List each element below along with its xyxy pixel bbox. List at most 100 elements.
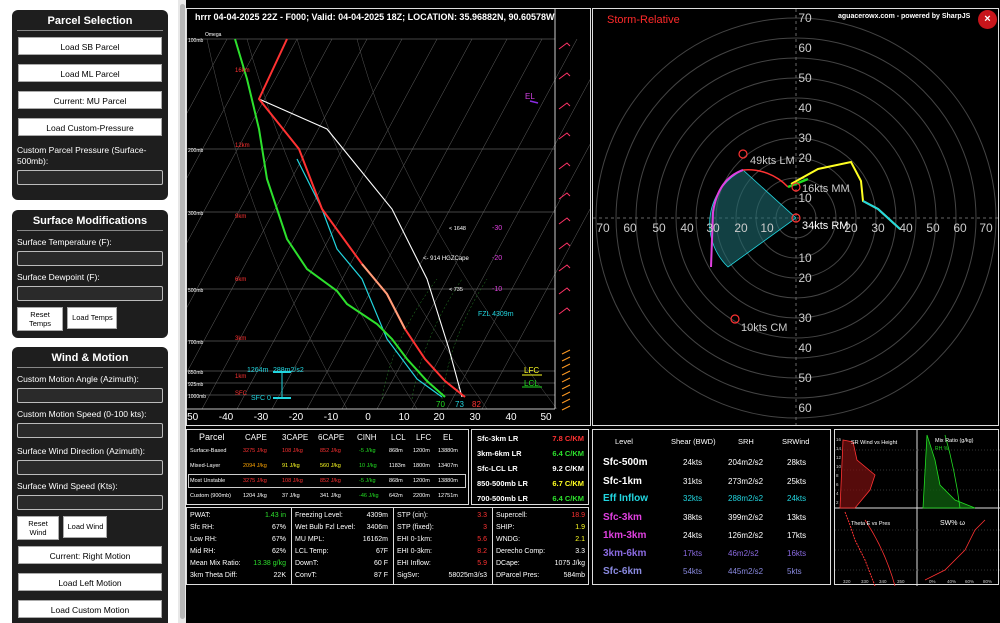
lr-label: 700-500mb LR (477, 494, 528, 503)
theta-e-title: Theta E vs Pres (851, 521, 890, 527)
credit-text: aguacerowx.com - powered by SharpJS (838, 13, 971, 20)
table-row: 850-500mb LR 6.7 C/KM (472, 478, 588, 489)
table-row: 1km-3km 24kts 126m2/s2 17kts (593, 530, 830, 541)
sfc-zero: SFC 0 (251, 395, 271, 402)
parcel-selection-title: Parcel Selection (17, 10, 163, 31)
load-temps-button[interactable]: Load Temps (67, 307, 118, 329)
shear-srh: 445m2/s2 (728, 567, 764, 576)
sfc-wind-dir-input[interactable] (17, 460, 163, 475)
3cape-value: 91 J/kg (282, 463, 300, 469)
load-custom-pressure-button[interactable]: Load Custom-Pressure (18, 118, 162, 136)
mu-parcel-button[interactable]: Current: MU Parcel (18, 91, 162, 109)
motion-angle-input[interactable] (17, 388, 163, 403)
left-motion-button[interactable]: Load Left Motion (18, 573, 162, 591)
index-label: WNDG: (496, 536, 521, 543)
tick: 80% (983, 579, 992, 584)
ring-label: 20 (798, 271, 812, 285)
shear-level: Eff Inflow (603, 493, 648, 504)
lr-value: 9.2 C/KM (552, 464, 584, 473)
shear-srwind: 5kts (787, 567, 802, 576)
sfc-wind-speed-input[interactable] (17, 495, 163, 510)
shear-level: 3km-6km (603, 548, 647, 559)
motion-speed-label: Custom Motion Speed (0-100 kts): (17, 409, 147, 419)
tick: 60% (965, 579, 974, 584)
custom-motion-button[interactable]: Load Custom Motion (18, 600, 162, 618)
eff-layer-height: 1264m (247, 367, 269, 374)
load-ml-parcel-button[interactable]: Load ML Parcel (18, 64, 162, 82)
lr-value: 6.4 C/KM (552, 494, 584, 503)
ring-label: 60 (798, 401, 812, 415)
close-button[interactable]: × (978, 10, 997, 29)
p-label-700: 700mb (188, 340, 204, 346)
cm-label: 10kts CM (741, 322, 787, 334)
index-value: 18.9 (571, 512, 585, 519)
p-label-200: 200mb (188, 148, 204, 154)
surface-dewp-input[interactable] (17, 286, 163, 301)
shear-level: Sfc-6km (603, 566, 642, 577)
p-label-1000: 1000mb (188, 394, 206, 400)
load-sb-parcel-button[interactable]: Load SB Parcel (18, 37, 162, 55)
index-row: DParcel Pres: 584mb (187, 570, 588, 581)
temp-sfc-value: 82 (472, 400, 481, 409)
cinh-value: -46 J/kg (359, 493, 379, 499)
shear-srwind: 13kts (787, 513, 807, 522)
surface-temp-input[interactable] (17, 251, 163, 266)
lcl-marker: LCL (524, 379, 539, 388)
x-tick: 30 (469, 412, 481, 423)
parcel-table-header: Parcel CAPE 3CAPE 6CAPE CINH LCL LFC EL (187, 432, 468, 443)
index-row: WNDG: 2.1 (187, 534, 588, 545)
surface-mods-title: Surface Modifications (17, 210, 163, 231)
index-value: 2.1 (575, 536, 585, 543)
reset-temps-button[interactable]: Reset Temps (17, 307, 63, 331)
right-motion-button[interactable]: Current: Right Motion (18, 546, 162, 564)
x-tick: -10 (324, 412, 339, 423)
mm-label: 16kts MM (802, 183, 850, 195)
lr-label: Sfc-LCL LR (477, 464, 518, 473)
motion-speed-input[interactable] (17, 423, 163, 438)
load-wind-button[interactable]: Load Wind (63, 516, 108, 538)
x-tick: -20 (289, 412, 304, 423)
parcel-name: Custom (900mb) (190, 493, 231, 499)
skewt-header: hrrr 04-04-2025 22Z - F000; Valid: 04-04… (195, 12, 555, 22)
table-row: Most Unstable 3275 J/kg 108 J/kg 852 J/k… (187, 476, 468, 487)
index-label: Supercell: (496, 512, 528, 519)
cape-value: 3275 J/kg (243, 478, 267, 484)
index-row: Derecho Comp: 3.3 (187, 546, 588, 557)
shear-table-header: Level Shear (BWD) SRH SRWind (593, 436, 830, 447)
table-row: Sfc-500m 24kts 204m2/s2 28kts (593, 457, 830, 468)
lr-label: 850-500mb LR (477, 479, 528, 488)
skewt-chart: hrrr 04-04-2025 22Z - F000; Valid: 04-04… (187, 9, 590, 423)
shear-srwind: 25kts (787, 477, 807, 486)
parcel-name: Mixed-Layer (190, 463, 221, 469)
m30-label: -30 (492, 225, 502, 232)
h-label-3km: 3km (235, 336, 246, 342)
custom-pressure-input[interactable] (17, 170, 163, 185)
lfc-value: 1200m (413, 448, 430, 454)
index-row: Supercell: 18.9 (187, 510, 588, 521)
h-label-1km: 1km (235, 374, 246, 380)
reset-wind-button[interactable]: Reset Wind (17, 516, 59, 540)
custom-pressure-label: Custom Parcel Pressure (Surface-500mb): (17, 145, 147, 166)
shear-srwind: 17kts (787, 531, 807, 540)
x-label-left: 70 (596, 221, 610, 235)
col-3cape: 3CAPE (282, 433, 309, 442)
shear-srh: 126m2/s2 (728, 531, 764, 540)
col-cinh: CINH (357, 433, 377, 442)
h-label-sfc: SFC (235, 391, 248, 397)
h-label-12km: 12km (235, 143, 250, 149)
mini-plots: SR Wind vs Height Mix Ratio (g/kg) RH % … (834, 429, 1000, 586)
ring-label: 40 (798, 341, 812, 355)
cape-value: 2094 J/kg (243, 463, 267, 469)
index-value: 3.3 (575, 548, 585, 555)
shear-bwd: 54kts (683, 567, 703, 576)
rm-label: 34kts RM (802, 220, 848, 232)
sfc-wind-speed-label: Surface Wind Speed (Kts): (17, 481, 118, 491)
cinh-value: 10 J/kg (359, 463, 377, 469)
x-tick: -50 (187, 412, 199, 423)
scrollbar-thumb[interactable] (180, 4, 185, 619)
cinh-value: -5 J/kg (359, 478, 376, 484)
mini-plots-svg: SR Wind vs Height Mix Ratio (g/kg) RH % … (835, 430, 1000, 586)
3cape-value: 37 J/kg (282, 493, 300, 499)
ring-label: 30 (798, 311, 812, 325)
h-label-9km: 9km (235, 214, 246, 220)
